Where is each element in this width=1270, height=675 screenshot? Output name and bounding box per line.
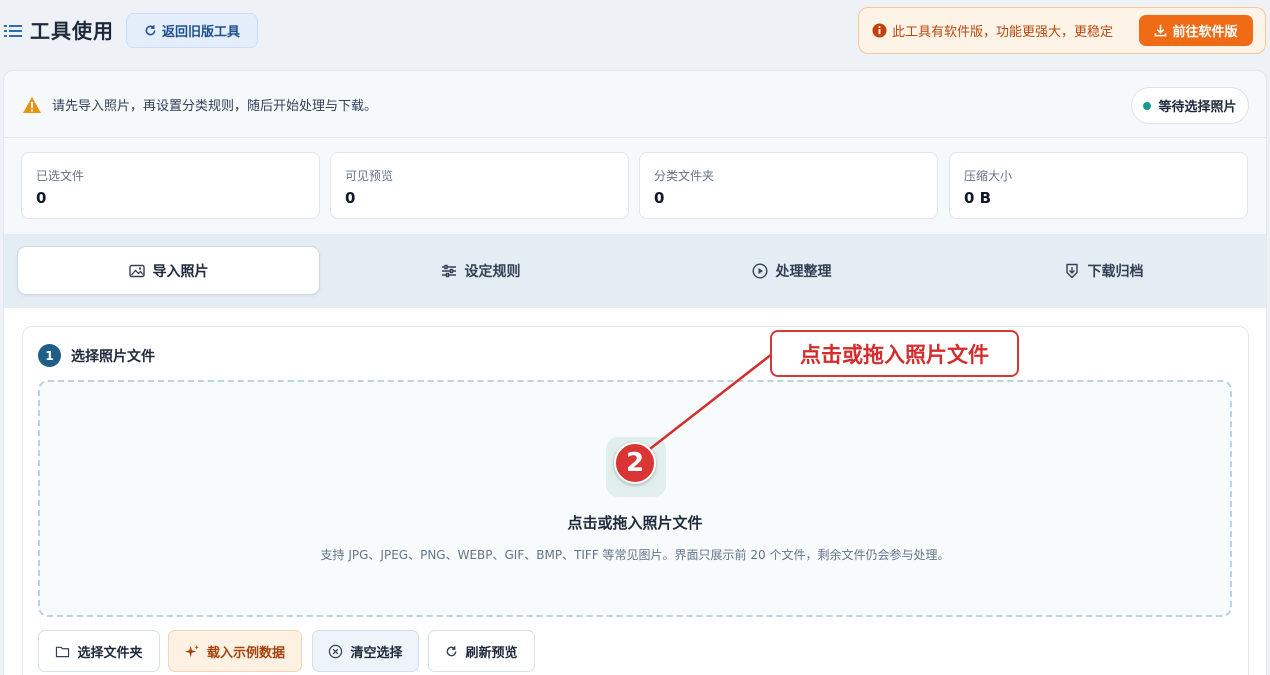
status-badge: 等待选择照片 — [1131, 87, 1249, 124]
page-title: 工具使用 — [30, 19, 114, 43]
stat-value: 0 — [345, 189, 356, 207]
stat-compressed-size: 压缩大小 0 B — [949, 152, 1248, 219]
stat-category-folders: 分类文件夹 0 — [639, 152, 938, 219]
refresh-icon — [144, 24, 157, 37]
tab-download-archive[interactable]: 下载归档 — [952, 246, 1255, 295]
stat-label: 已选文件 — [36, 169, 85, 183]
tab-label: 下载归档 — [1087, 263, 1144, 280]
stat-value: 0 B — [964, 189, 992, 207]
button-label: 刷新预览 — [465, 645, 518, 661]
main-panel: 请先导入照片，再设置分类规则，随后开始处理与下载。 等待选择照片 已选文件 0 … — [3, 70, 1267, 675]
select-photos-card: 1 选择照片文件 点击或拖入照片文件 支持 JPG、JPEG、PNG、WEBP、… — [22, 326, 1249, 675]
folder-icon — [55, 645, 70, 658]
card-title: 选择照片文件 — [71, 349, 155, 365]
button-label: 载入示例数据 — [206, 645, 285, 661]
dropzone-title: 点击或拖入照片文件 — [567, 514, 703, 532]
clear-circle-icon — [328, 644, 343, 659]
notice-text: 此工具有软件版，功能更强大，更稳定 — [892, 25, 1114, 40]
step-tabs: 导入照片 设定规则 处理整理 下载归档 — [4, 234, 1266, 308]
photo-dropzone[interactable]: 点击或拖入照片文件 支持 JPG、JPEG、PNG、WEBP、GIF、BMP、T… — [38, 380, 1232, 617]
refresh-preview-button[interactable]: 刷新预览 — [428, 630, 535, 672]
tab-set-rules[interactable]: 设定规则 — [329, 246, 632, 295]
stat-selected-files: 已选文件 0 — [21, 152, 320, 219]
play-circle-icon — [751, 262, 768, 279]
return-old-tool-button[interactable]: 返回旧版工具 — [126, 13, 258, 48]
tab-import-photos[interactable]: 导入照片 — [17, 246, 320, 295]
refresh-icon — [445, 645, 458, 658]
annotation-step-marker: 2 — [614, 442, 656, 484]
tab-content: 1 选择照片文件 点击或拖入照片文件 支持 JPG、JPEG、PNG、WEBP、… — [4, 308, 1266, 675]
info-icon — [872, 23, 887, 38]
tab-label: 导入照片 — [152, 263, 209, 280]
stat-value: 0 — [36, 189, 47, 207]
clear-selection-button[interactable]: 清空选择 — [312, 630, 419, 672]
download-icon — [1154, 24, 1167, 37]
sliders-icon — [441, 264, 457, 278]
select-folder-button[interactable]: 选择文件夹 — [38, 630, 160, 672]
warning-icon — [22, 96, 42, 114]
goto-software-button[interactable]: 前往软件版 — [1139, 15, 1253, 46]
stat-label: 可见预览 — [345, 169, 394, 183]
header: 工具使用 返回旧版工具 此工具有软件版，功能更强大，更稳定 前往软件版 — [0, 0, 1270, 62]
stat-label: 压缩大小 — [964, 169, 1013, 183]
button-label: 选择文件夹 — [77, 645, 143, 661]
button-label: 清空选择 — [350, 645, 403, 661]
divider — [4, 137, 1266, 138]
step-number-badge: 1 — [38, 344, 61, 367]
download-box-icon — [1064, 263, 1080, 279]
status-tip-text: 请先导入照片，再设置分类规则，随后开始处理与下载。 — [52, 99, 378, 114]
stat-label: 分类文件夹 — [654, 169, 715, 183]
tab-process[interactable]: 处理整理 — [640, 246, 943, 295]
status-tip: 请先导入照片，再设置分类规则，随后开始处理与下载。 — [22, 95, 377, 114]
status-badge-label: 等待选择照片 — [1158, 100, 1237, 115]
sparkle-icon — [184, 644, 200, 659]
load-sample-data-button[interactable]: 载入示例数据 — [168, 630, 302, 672]
goto-software-label: 前往软件版 — [1172, 25, 1238, 40]
image-icon — [128, 264, 145, 278]
stat-value: 0 — [654, 189, 665, 207]
return-old-tool-label: 返回旧版工具 — [161, 25, 240, 40]
menu-list-icon[interactable] — [4, 23, 22, 39]
tab-label: 处理整理 — [775, 263, 832, 280]
tab-label: 设定规则 — [464, 263, 521, 280]
status-dot-icon — [1143, 101, 1152, 110]
stat-visible-previews: 可见预览 0 — [330, 152, 629, 219]
dropzone-hint: 支持 JPG、JPEG、PNG、WEBP、GIF、BMP、TIFF 等常见图片。… — [320, 548, 950, 562]
software-notice: 此工具有软件版，功能更强大，更稳定 前往软件版 — [858, 7, 1266, 54]
annotation-callout: 点击或拖入照片文件 — [770, 330, 1019, 377]
